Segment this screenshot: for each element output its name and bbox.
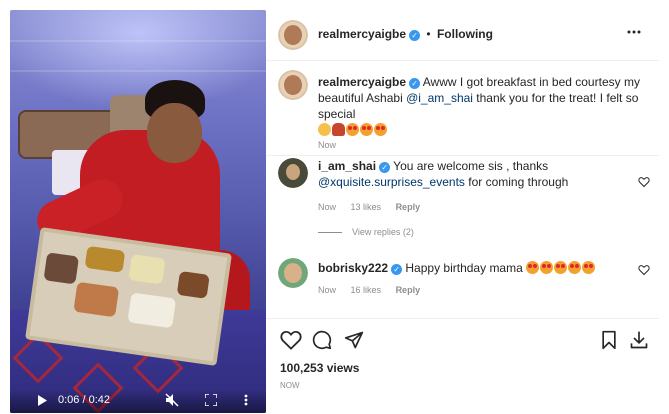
video-time: 0:06 / 0:42 — [58, 394, 110, 406]
video-controls: 0:06 / 0:42 — [10, 389, 266, 413]
caption-block: realmercyaigbe ✓ Awww I got breakfast in … — [266, 60, 659, 156]
current-time: 0:06 — [58, 394, 80, 406]
save-bookmark-icon[interactable] — [600, 330, 618, 350]
verified-badge-icon: ✓ — [409, 30, 421, 41]
reply-button[interactable]: Reply — [396, 202, 421, 212]
comment-meta: Now 13 likes Reply — [318, 202, 432, 212]
caption-meta: Now — [318, 140, 348, 150]
caption-time: Now — [318, 140, 337, 150]
comment-mention[interactable]: @xquisite.surprises_events — [318, 175, 465, 189]
download-icon[interactable] — [629, 330, 649, 350]
heart-eyes-emoji-icon — [568, 261, 582, 274]
food-item — [127, 292, 177, 329]
food-item — [84, 245, 126, 273]
verified-badge-icon: ✓ — [409, 78, 421, 89]
comment-username[interactable]: i_am_shai — [318, 159, 376, 173]
reply-button[interactable]: Reply — [396, 285, 421, 295]
comment-item: i_am_shai ✓ You are welcome sis , thanks … — [266, 156, 659, 251]
comment-meta: Now 16 likes Reply — [318, 285, 432, 295]
verified-badge-icon: ✓ — [391, 264, 403, 275]
pleading-face-emoji-icon — [318, 123, 331, 136]
heart-eyes-emoji-icon — [346, 123, 359, 136]
food-item — [176, 270, 210, 299]
comment-item: bobrisky222 ✓ Happy birthday mama Now 16 … — [266, 256, 659, 316]
food-item — [128, 254, 166, 285]
food-item — [43, 252, 80, 285]
comment-text: bobrisky222 ✓ Happy birthday mama — [318, 260, 623, 276]
comment-body: Happy birthday mama — [405, 261, 523, 275]
time-separator: / — [82, 394, 86, 406]
heart-eyes-emoji-icon — [582, 261, 596, 274]
share-send-icon[interactable] — [344, 330, 364, 350]
replies-dash — [318, 232, 342, 234]
comment-username[interactable]: bobrisky222 — [318, 261, 388, 275]
heart-eyes-emoji-icon — [374, 123, 387, 136]
comments-pane: realmercyaigbe ✓ • Following realmercyaig… — [266, 10, 659, 413]
comment-body-end: for coming through — [464, 175, 569, 189]
caption-username[interactable]: realmercyaigbe — [318, 75, 406, 89]
person-head — [147, 103, 202, 163]
comment-icon[interactable] — [312, 330, 332, 350]
post-username[interactable]: realmercyaigbe — [318, 27, 406, 41]
duration: 0:42 — [88, 394, 111, 406]
video-more-icon[interactable] — [244, 394, 248, 406]
post-video[interactable]: 0:06 / 0:42 — [10, 10, 266, 413]
verified-badge-icon: ✓ — [379, 162, 391, 173]
more-options-icon[interactable] — [627, 30, 641, 34]
comment-time: Now — [318, 285, 337, 295]
caption-mention[interactable]: @i_am_shai — [406, 91, 473, 105]
like-comment-heart-icon[interactable] — [638, 176, 650, 188]
play-icon[interactable] — [38, 395, 47, 406]
comment-likes[interactable]: 16 likes — [351, 285, 382, 295]
avatar[interactable] — [278, 70, 308, 100]
avatar[interactable] — [278, 158, 308, 188]
wall-stripe — [10, 40, 266, 42]
comment-body: You are welcome sis , thanks — [393, 159, 549, 173]
comment-time: Now — [318, 202, 337, 212]
avatar[interactable] — [278, 258, 308, 288]
header-user-line: realmercyaigbe ✓ • Following — [318, 27, 493, 41]
like-heart-icon[interactable] — [280, 330, 302, 350]
view-replies-label: View replies (2) — [352, 227, 414, 237]
view-replies-button[interactable]: View replies (2) — [318, 227, 414, 237]
avatar[interactable] — [278, 20, 308, 50]
header-separator: • — [426, 27, 431, 41]
comment-likes[interactable]: 13 likes — [351, 202, 382, 212]
wall-stripe — [10, 70, 266, 72]
caption-text: realmercyaigbe ✓ Awww I got breakfast in … — [318, 74, 653, 138]
views-count[interactable]: 100,253 views — [280, 361, 359, 375]
heart-eyes-emoji-icon — [540, 261, 554, 274]
heart-eyes-emoji-icon — [526, 261, 540, 274]
following-button[interactable]: Following — [437, 27, 493, 41]
like-comment-heart-icon[interactable] — [638, 264, 650, 276]
person-tipping-hand-emoji-icon — [332, 123, 345, 136]
heart-eyes-emoji-icon — [360, 123, 373, 136]
post-timestamp: NOW — [280, 381, 300, 390]
mute-icon[interactable] — [165, 393, 179, 407]
comment-text: i_am_shai ✓ You are welcome sis , thanks … — [318, 158, 623, 190]
post-actions: 100,253 views NOW — [266, 318, 659, 414]
heart-eyes-emoji-icon — [554, 261, 568, 274]
food-item — [73, 281, 120, 318]
fullscreen-icon[interactable] — [205, 394, 217, 406]
post-header: realmercyaigbe ✓ • Following — [266, 10, 659, 61]
